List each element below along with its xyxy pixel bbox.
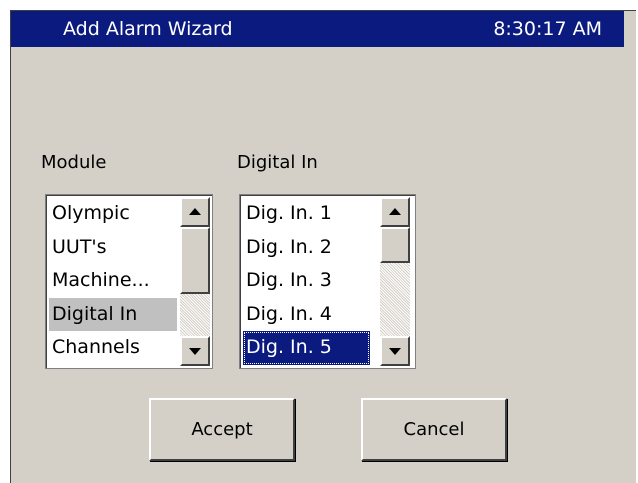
scroll-up-arrow-icon	[389, 208, 401, 215]
module-item-uuts[interactable]: UUT's	[49, 231, 177, 265]
scroll-up-arrow-icon	[189, 208, 201, 215]
scroll-down-arrow-icon	[389, 348, 401, 355]
module-label: Module	[41, 152, 107, 173]
module-scroll-up-button[interactable]	[180, 197, 210, 227]
module-item-machine[interactable]: Machine...	[49, 264, 177, 298]
digital-in-item-1[interactable]: Dig. In. 1	[243, 197, 370, 231]
digital-in-item-5[interactable]: Dig. In. 5	[243, 331, 370, 365]
digital-in-scroll-up-button[interactable]	[380, 197, 410, 227]
scroll-down-arrow-icon	[189, 348, 201, 355]
digital-in-scroll-down-button[interactable]	[380, 336, 410, 366]
add-alarm-wizard-window: Add Alarm Wizard 8:30:17 AM Module Olymp…	[10, 10, 636, 483]
module-listbox[interactable]: Olympic UUT's Machine... Digital In Chan…	[45, 194, 213, 369]
module-item-channels[interactable]: Channels	[49, 331, 177, 365]
window-title: Add Alarm Wizard	[63, 18, 233, 40]
module-scroll-thumb[interactable]	[180, 227, 210, 294]
cancel-button[interactable]: Cancel	[361, 398, 507, 461]
digital-in-item-3[interactable]: Dig. In. 3	[243, 264, 370, 298]
title-bar: Add Alarm Wizard 8:30:17 AM	[11, 11, 624, 47]
accept-button[interactable]: Accept	[149, 398, 295, 461]
module-item-olympic[interactable]: Olympic	[49, 197, 177, 231]
module-item-digital-in[interactable]: Digital In	[49, 297, 177, 332]
module-scroll-down-button[interactable]	[180, 336, 210, 366]
digital-in-listbox[interactable]: Dig. In. 1 Dig. In. 2 Dig. In. 3 Dig. In…	[239, 194, 416, 369]
module-scrollbar[interactable]	[180, 197, 210, 366]
digital-in-item-2[interactable]: Dig. In. 2	[243, 231, 370, 265]
clock-time: 8:30:17 AM	[493, 18, 602, 40]
digital-in-scroll-thumb[interactable]	[380, 227, 410, 263]
digital-in-scrollbar[interactable]	[380, 197, 410, 366]
digital-in-item-4[interactable]: Dig. In. 4	[243, 298, 370, 332]
digital-in-label: Digital In	[237, 152, 318, 173]
